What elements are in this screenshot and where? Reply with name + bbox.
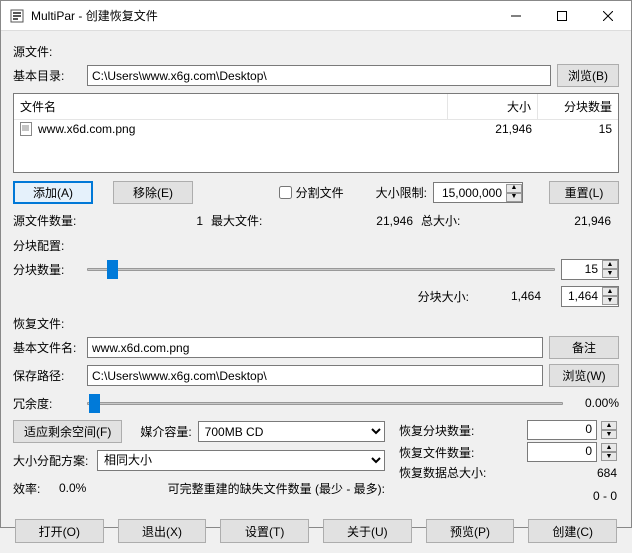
window-title: MultiPar - 创建恢复文件 bbox=[31, 7, 493, 24]
rtotal-label: 恢复数据总大小: bbox=[399, 464, 523, 481]
efficiency-label: 效率: bbox=[13, 480, 40, 497]
redundancy-value: 0.00% bbox=[569, 396, 619, 410]
basedir-label: 基本目录: bbox=[13, 67, 81, 84]
file-list[interactable]: 文件名 大小 分块数量 www.x6d.com.png 21,946 15 bbox=[13, 93, 619, 173]
block-count-input[interactable]: ▲▼ bbox=[561, 259, 619, 280]
reset-button[interactable]: 重置(L) bbox=[549, 181, 619, 204]
rblocks-value: 0 bbox=[527, 420, 597, 440]
rblocks-spin[interactable]: ▲▼ bbox=[601, 421, 617, 439]
fit-free-space-button[interactable]: 适应剩余空间(F) bbox=[13, 420, 122, 443]
limit-up[interactable]: ▲ bbox=[506, 184, 522, 193]
col-blocks[interactable]: 分块数量 bbox=[538, 94, 618, 119]
col-name[interactable]: 文件名 bbox=[14, 94, 448, 119]
block-section-label: 分块配置: bbox=[13, 237, 619, 254]
alloc-select[interactable]: 相同大小 bbox=[97, 450, 385, 471]
close-button[interactable] bbox=[585, 1, 631, 31]
browse-savepath-button[interactable]: 浏览(W) bbox=[549, 364, 619, 387]
limit-down[interactable]: ▼ bbox=[506, 193, 522, 202]
rtotal-value: 684 bbox=[527, 466, 619, 480]
block-size-disp: 1,464 bbox=[475, 289, 555, 303]
src-max-value: 21,946 bbox=[301, 214, 421, 228]
recovery-section-label: 恢复文件: bbox=[13, 315, 619, 332]
file-list-header: 文件名 大小 分块数量 bbox=[14, 94, 618, 120]
media-label: 媒介容量: bbox=[140, 423, 191, 440]
split-checkbox[interactable]: 分割文件 bbox=[279, 184, 344, 201]
file-size: 21,946 bbox=[442, 122, 532, 136]
about-button[interactable]: 关于(U) bbox=[323, 519, 412, 543]
block-size-down[interactable]: ▼ bbox=[602, 296, 618, 305]
file-icon bbox=[20, 122, 34, 136]
block-size-up[interactable]: ▲ bbox=[602, 287, 618, 296]
browse-basedir-button[interactable]: 浏览(B) bbox=[557, 64, 619, 87]
block-size-label: 分块大小: bbox=[418, 288, 469, 305]
exit-button[interactable]: 退出(X) bbox=[118, 519, 207, 543]
src-total-value: 21,946 bbox=[491, 214, 619, 228]
basedir-input[interactable] bbox=[87, 65, 551, 86]
rfiles-value: 0 bbox=[527, 442, 597, 462]
bottom-bar: 打开(O) 退出(X) 设置(T) 关于(U) 预览(P) 创建(C) bbox=[1, 511, 631, 553]
rebuild-label: 可完整重建的缺失文件数量 (最少 - 最多): bbox=[168, 480, 385, 497]
block-size-input[interactable]: ▲▼ bbox=[561, 286, 619, 307]
src-max-label: 最大文件: bbox=[211, 212, 301, 229]
block-count-slider[interactable] bbox=[87, 259, 555, 279]
rblocks-label: 恢复分块数量: bbox=[399, 422, 523, 439]
open-button[interactable]: 打开(O) bbox=[15, 519, 104, 543]
efficiency-value: 0.0% bbox=[46, 481, 86, 495]
basefile-label: 基本文件名: bbox=[13, 339, 81, 356]
file-blocks: 15 bbox=[532, 122, 612, 136]
src-count-value: 1 bbox=[91, 214, 211, 228]
block-count-down[interactable]: ▼ bbox=[602, 269, 618, 278]
titlebar: MultiPar - 创建恢复文件 bbox=[1, 1, 631, 31]
options-button[interactable]: 设置(T) bbox=[220, 519, 309, 543]
app-icon bbox=[9, 8, 25, 24]
limit-label: 大小限制: bbox=[376, 184, 427, 201]
basefile-input[interactable] bbox=[87, 337, 543, 358]
rfiles-spin[interactable]: ▲▼ bbox=[601, 443, 617, 461]
media-select[interactable]: 700MB CD bbox=[198, 421, 385, 442]
redundancy-slider[interactable] bbox=[87, 393, 563, 413]
file-row[interactable]: www.x6d.com.png 21,946 15 bbox=[14, 120, 618, 138]
add-button[interactable]: 添加(A) bbox=[13, 181, 93, 204]
preview-button[interactable]: 预览(P) bbox=[426, 519, 515, 543]
src-total-label: 总大小: bbox=[421, 212, 491, 229]
remove-button[interactable]: 移除(E) bbox=[113, 181, 193, 204]
maximize-button[interactable] bbox=[539, 1, 585, 31]
rebuild-value: 0 - 0 bbox=[399, 489, 619, 503]
src-count-label: 源文件数量: bbox=[13, 212, 91, 229]
source-section-label: 源文件: bbox=[13, 43, 619, 60]
create-button[interactable]: 创建(C) bbox=[528, 519, 617, 543]
col-size[interactable]: 大小 bbox=[448, 94, 538, 119]
split-checkbox-input[interactable] bbox=[279, 186, 292, 199]
minimize-button[interactable] bbox=[493, 1, 539, 31]
savepath-label: 保存路径: bbox=[13, 367, 81, 384]
redundancy-label: 冗余度: bbox=[13, 395, 81, 412]
alloc-label: 大小分配方案: bbox=[13, 452, 91, 469]
savepath-input[interactable] bbox=[87, 365, 543, 386]
file-name: www.x6d.com.png bbox=[38, 122, 442, 136]
rfiles-label: 恢复文件数量: bbox=[399, 444, 523, 461]
block-count-label: 分块数量: bbox=[13, 261, 81, 278]
limit-input[interactable]: ▲▼ bbox=[433, 182, 523, 203]
note-button[interactable]: 备注 bbox=[549, 336, 619, 359]
block-count-up[interactable]: ▲ bbox=[602, 260, 618, 269]
